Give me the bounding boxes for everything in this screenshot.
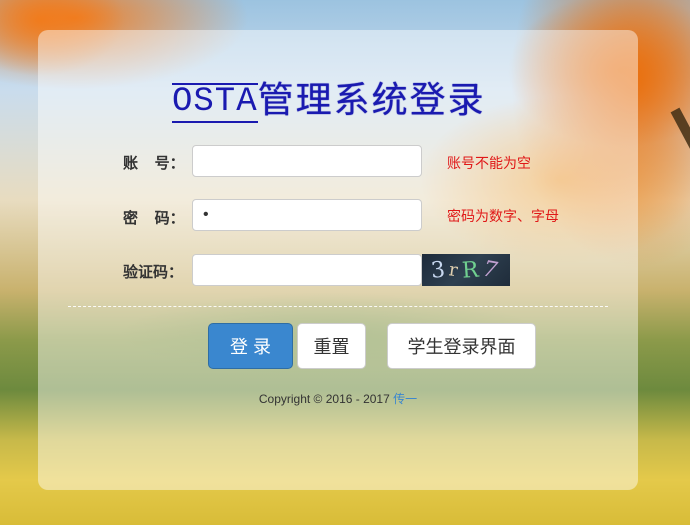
reset-button[interactable]: 重置 (297, 323, 366, 369)
password-label: 密 码： (123, 210, 185, 227)
divider (68, 306, 608, 307)
captcha-char: 7 (480, 256, 503, 284)
login-button[interactable]: 登 录 (208, 323, 293, 369)
captcha-char: R (461, 256, 484, 284)
captcha-image[interactable]: 3rR7 (422, 254, 510, 286)
password-hint: 密码为数字、字母 (447, 208, 559, 224)
page-title: OSTA 管理系统登录 (172, 63, 486, 123)
account-input[interactable] (192, 145, 422, 177)
title-latin: OSTA (172, 83, 258, 123)
account-hint: 账号不能为空 (447, 155, 531, 171)
student-login-button[interactable]: 学生登录界面 (387, 323, 536, 369)
captcha-label: 验证码： (123, 264, 184, 281)
password-mask: • (203, 206, 209, 223)
captcha-input[interactable] (192, 254, 422, 286)
account-label: 账 号： (123, 155, 185, 172)
copyright-text: Copyright © 2016 - 2017 (258, 392, 394, 406)
login-page: OSTA 管理系统登录 账 号： 账号不能为空 密 码： • 密码为数字、字母 … (0, 0, 690, 525)
footer: Copyright © 2016 - 2017 传一 (0, 390, 676, 407)
title-chinese: 管理系统登录 (257, 80, 486, 121)
footer-link[interactable]: 传一 (393, 392, 417, 406)
password-input[interactable]: • (192, 199, 422, 231)
